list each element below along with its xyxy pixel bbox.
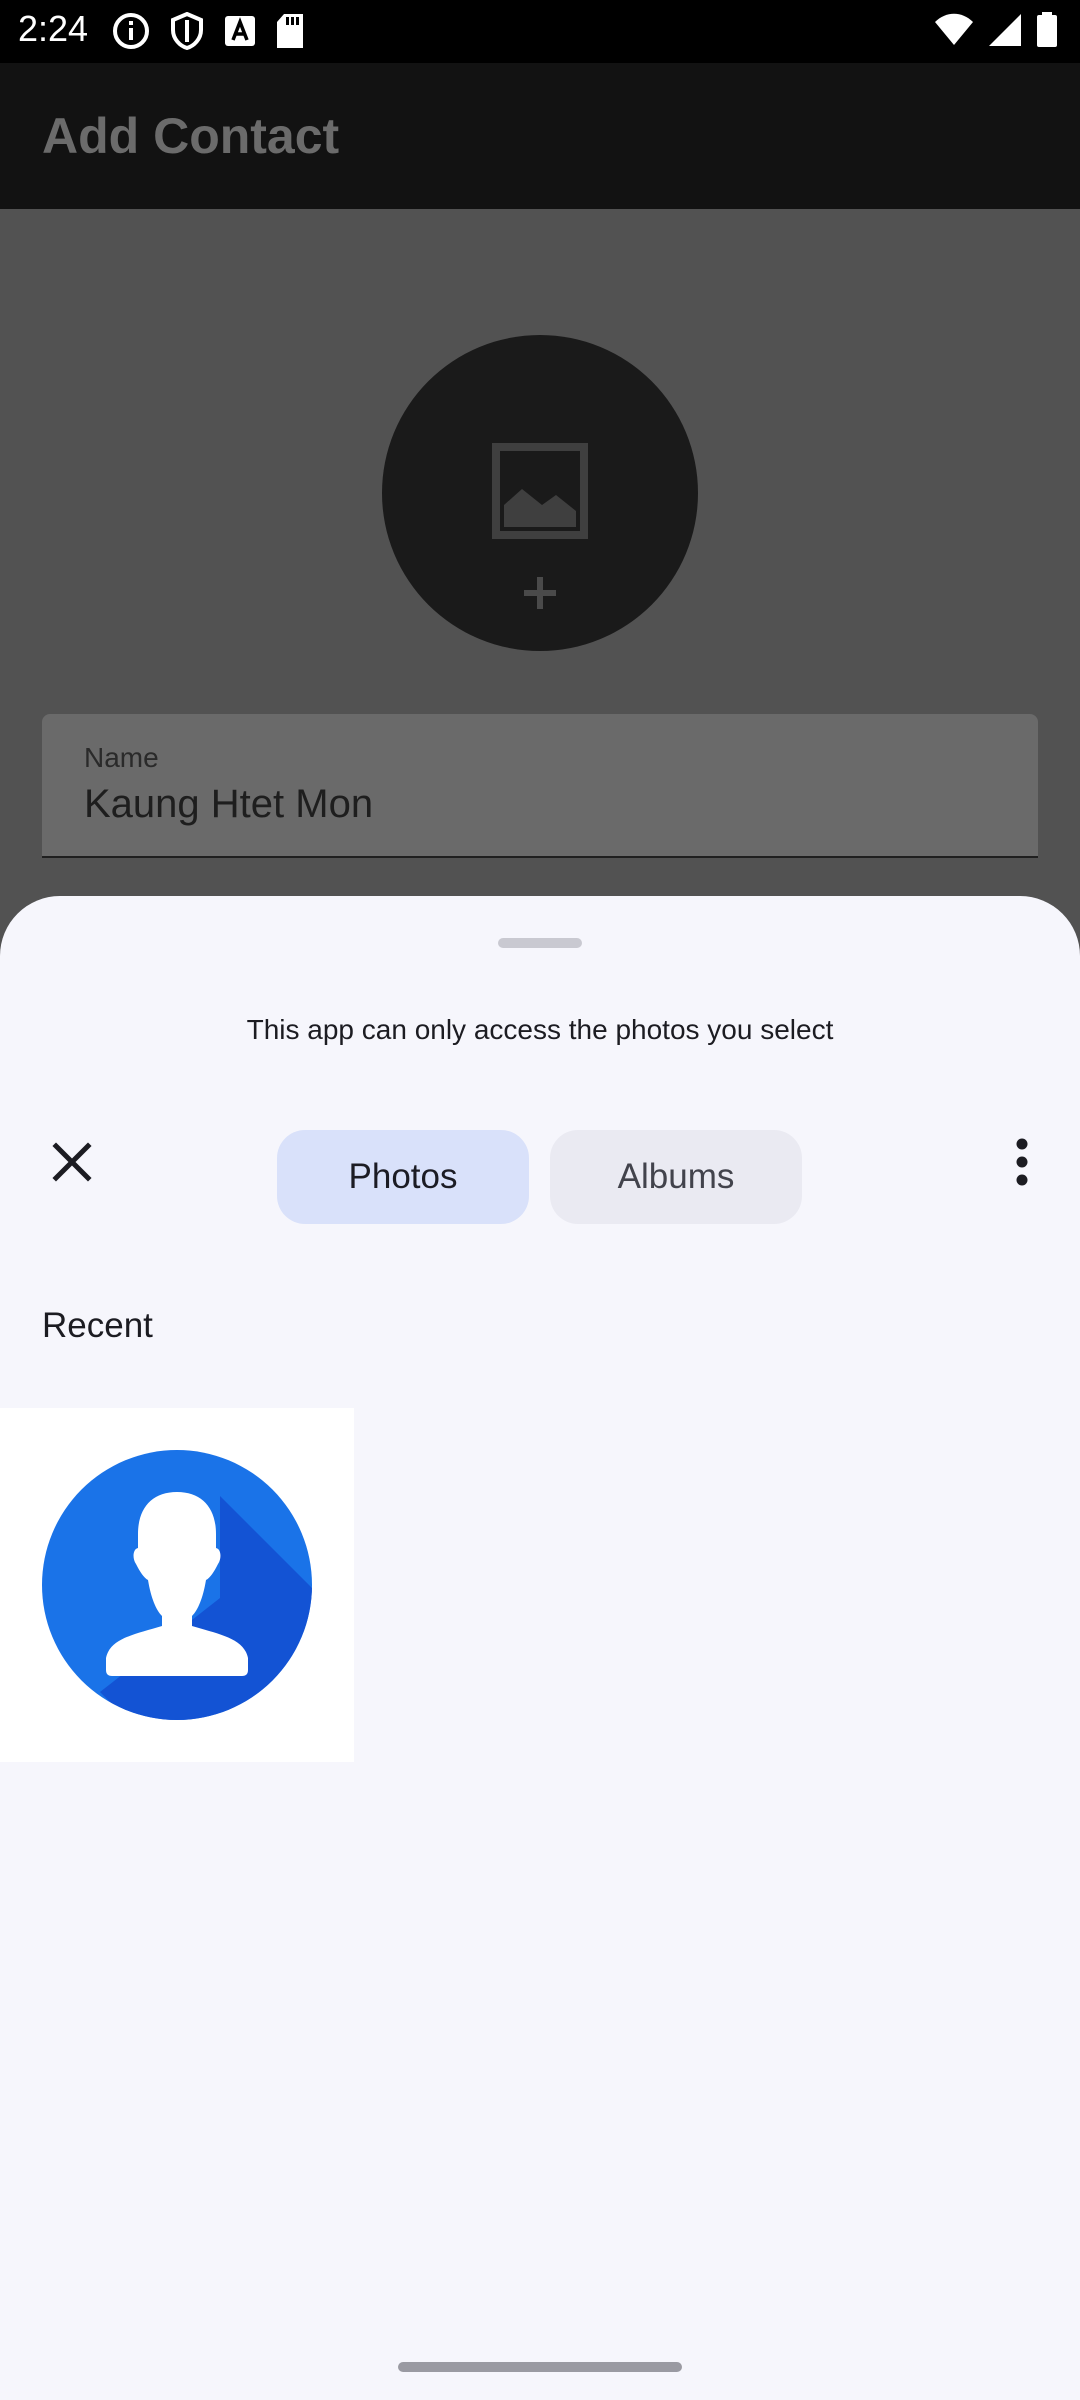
tab-photos[interactable]: Photos (277, 1130, 529, 1224)
tab-albums[interactable]: Albums (550, 1130, 802, 1224)
name-field-value: Kaung Htet Mon (84, 782, 374, 826)
app-bar: Add Contact (0, 63, 1080, 209)
sd-card-icon (276, 13, 304, 54)
image-placeholder-icon (492, 443, 588, 544)
permission-message: This app can only access the photos you … (246, 1014, 834, 1045)
page-title: Add Contact (42, 108, 340, 164)
photo-picker-sheet: This app can only access the photos you … (0, 896, 1080, 2400)
signal-icon (988, 13, 1022, 52)
name-field-label: Name (84, 742, 159, 773)
recent-section-title: Recent (42, 1306, 153, 1345)
drag-handle[interactable] (498, 938, 582, 948)
close-button[interactable] (36, 1128, 108, 1200)
font-icon (224, 15, 256, 52)
gesture-navigation-bar[interactable] (398, 2362, 682, 2372)
status-bar: 2:24 (0, 0, 1080, 63)
add-photo-plus-icon (520, 573, 560, 618)
battery-icon (1036, 12, 1058, 53)
info-icon (112, 12, 150, 55)
photo-thumbnail[interactable] (0, 1408, 354, 1762)
more-options-button[interactable] (994, 1128, 1050, 1200)
name-field[interactable]: Name Kaung Htet Mon (42, 714, 1038, 858)
shield-icon (170, 11, 204, 55)
wifi-icon (934, 13, 974, 52)
status-time: 2:24 (18, 8, 89, 49)
close-icon (52, 1141, 92, 1187)
more-vert-icon (1014, 1138, 1030, 1191)
contact-photo-picker[interactable] (382, 335, 698, 651)
